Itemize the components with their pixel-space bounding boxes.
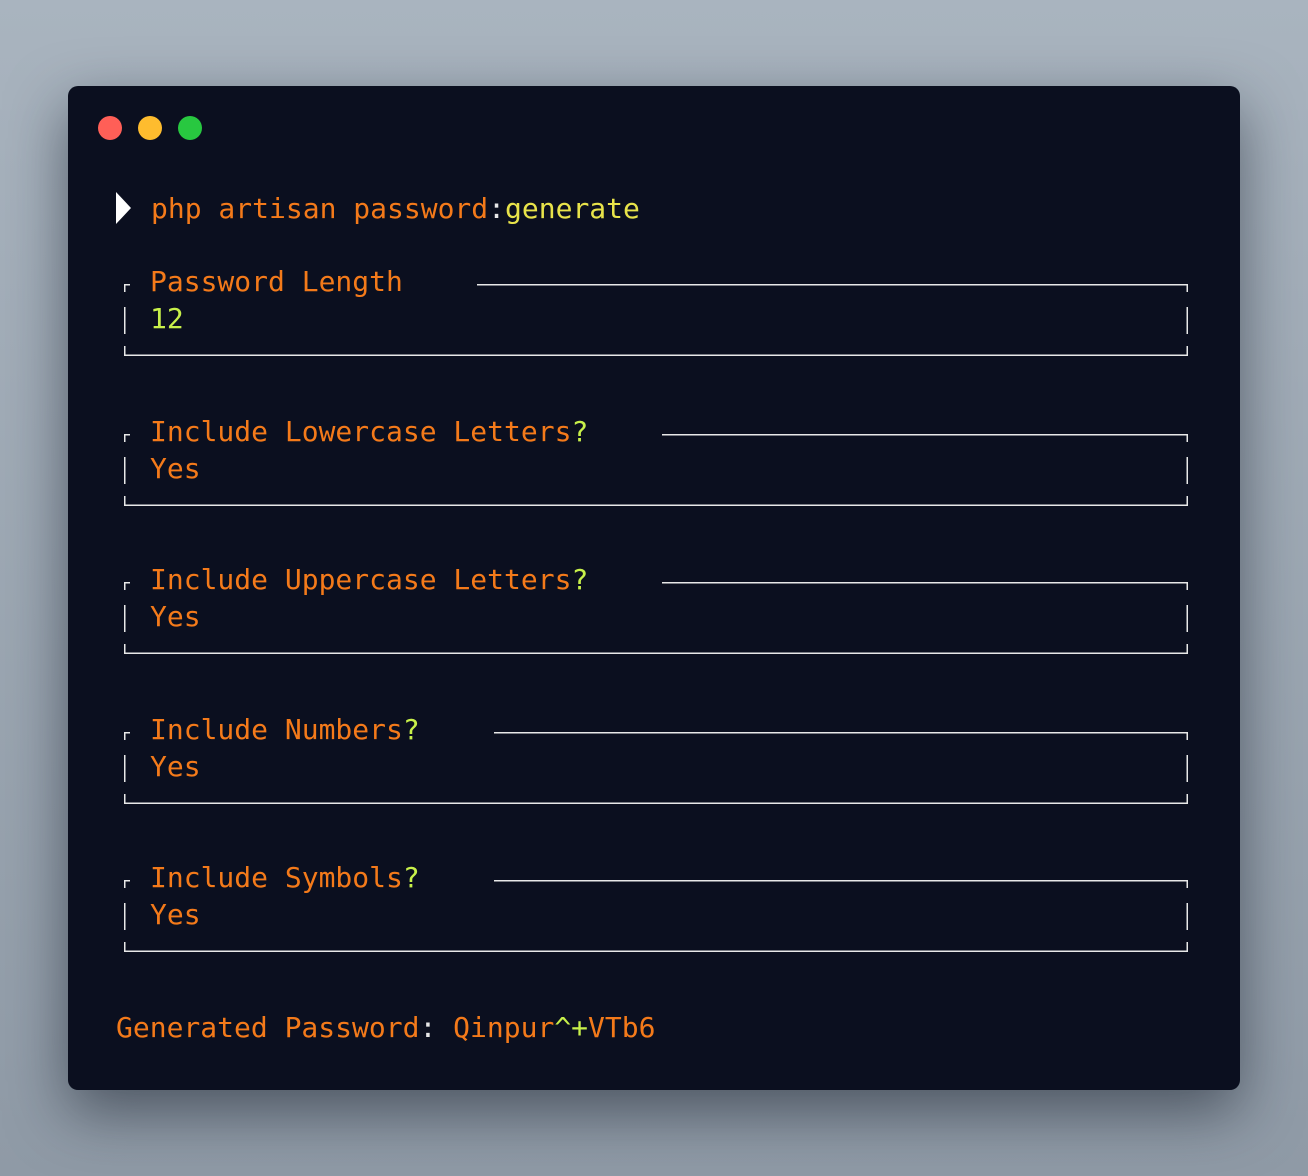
command-separator: : <box>488 191 506 225</box>
password-part-1[interactable]: Qinpur <box>453 1011 554 1044</box>
prompt-label: Include Uppercase Letters? <box>150 563 589 596</box>
prompt-label: Include Numbers? <box>150 713 420 746</box>
minimize-window-button[interactable] <box>138 116 162 140</box>
close-window-button[interactable] <box>98 116 122 140</box>
prompt-label: Password Length <box>150 265 403 298</box>
password-part-3[interactable]: VTb6 <box>588 1011 655 1044</box>
prompt-label: Include Lowercase Letters? <box>150 415 589 448</box>
prompt-value: Yes <box>150 452 201 485</box>
prompt-box-symbols: Include Symbols? Yes <box>124 861 1188 952</box>
result-label: Generated Password <box>116 1011 420 1044</box>
generated-password-line: Generated Password: Qinpur^+VTb6 <box>116 1010 655 1046</box>
command-line: php artisan password: generate <box>116 190 640 226</box>
prompt-value: 12 <box>150 302 184 335</box>
prompt-value: Yes <box>150 750 201 783</box>
command-text: php artisan password <box>151 191 489 225</box>
command-subcommand: generate <box>505 191 640 225</box>
prompt-box-uppercase: Include Uppercase Letters? Yes <box>124 563 1188 654</box>
result-separator: : <box>419 1011 454 1044</box>
prompt-box-lowercase: Include Lowercase Letters? Yes <box>124 415 1188 506</box>
prompt-arrow-icon <box>116 192 131 224</box>
prompt-box-numbers: Include Numbers? Yes <box>124 713 1188 804</box>
prompt-value: Yes <box>150 898 201 931</box>
prompt-value: Yes <box>150 600 201 633</box>
prompt-box-password-length: Password Length 12 <box>124 265 1188 356</box>
terminal-window: php artisan password: generate Password L… <box>68 86 1240 1090</box>
maximize-window-button[interactable] <box>178 116 202 140</box>
prompt-label: Include Symbols? <box>150 861 420 894</box>
password-part-2[interactable]: ^+ <box>554 1011 588 1044</box>
